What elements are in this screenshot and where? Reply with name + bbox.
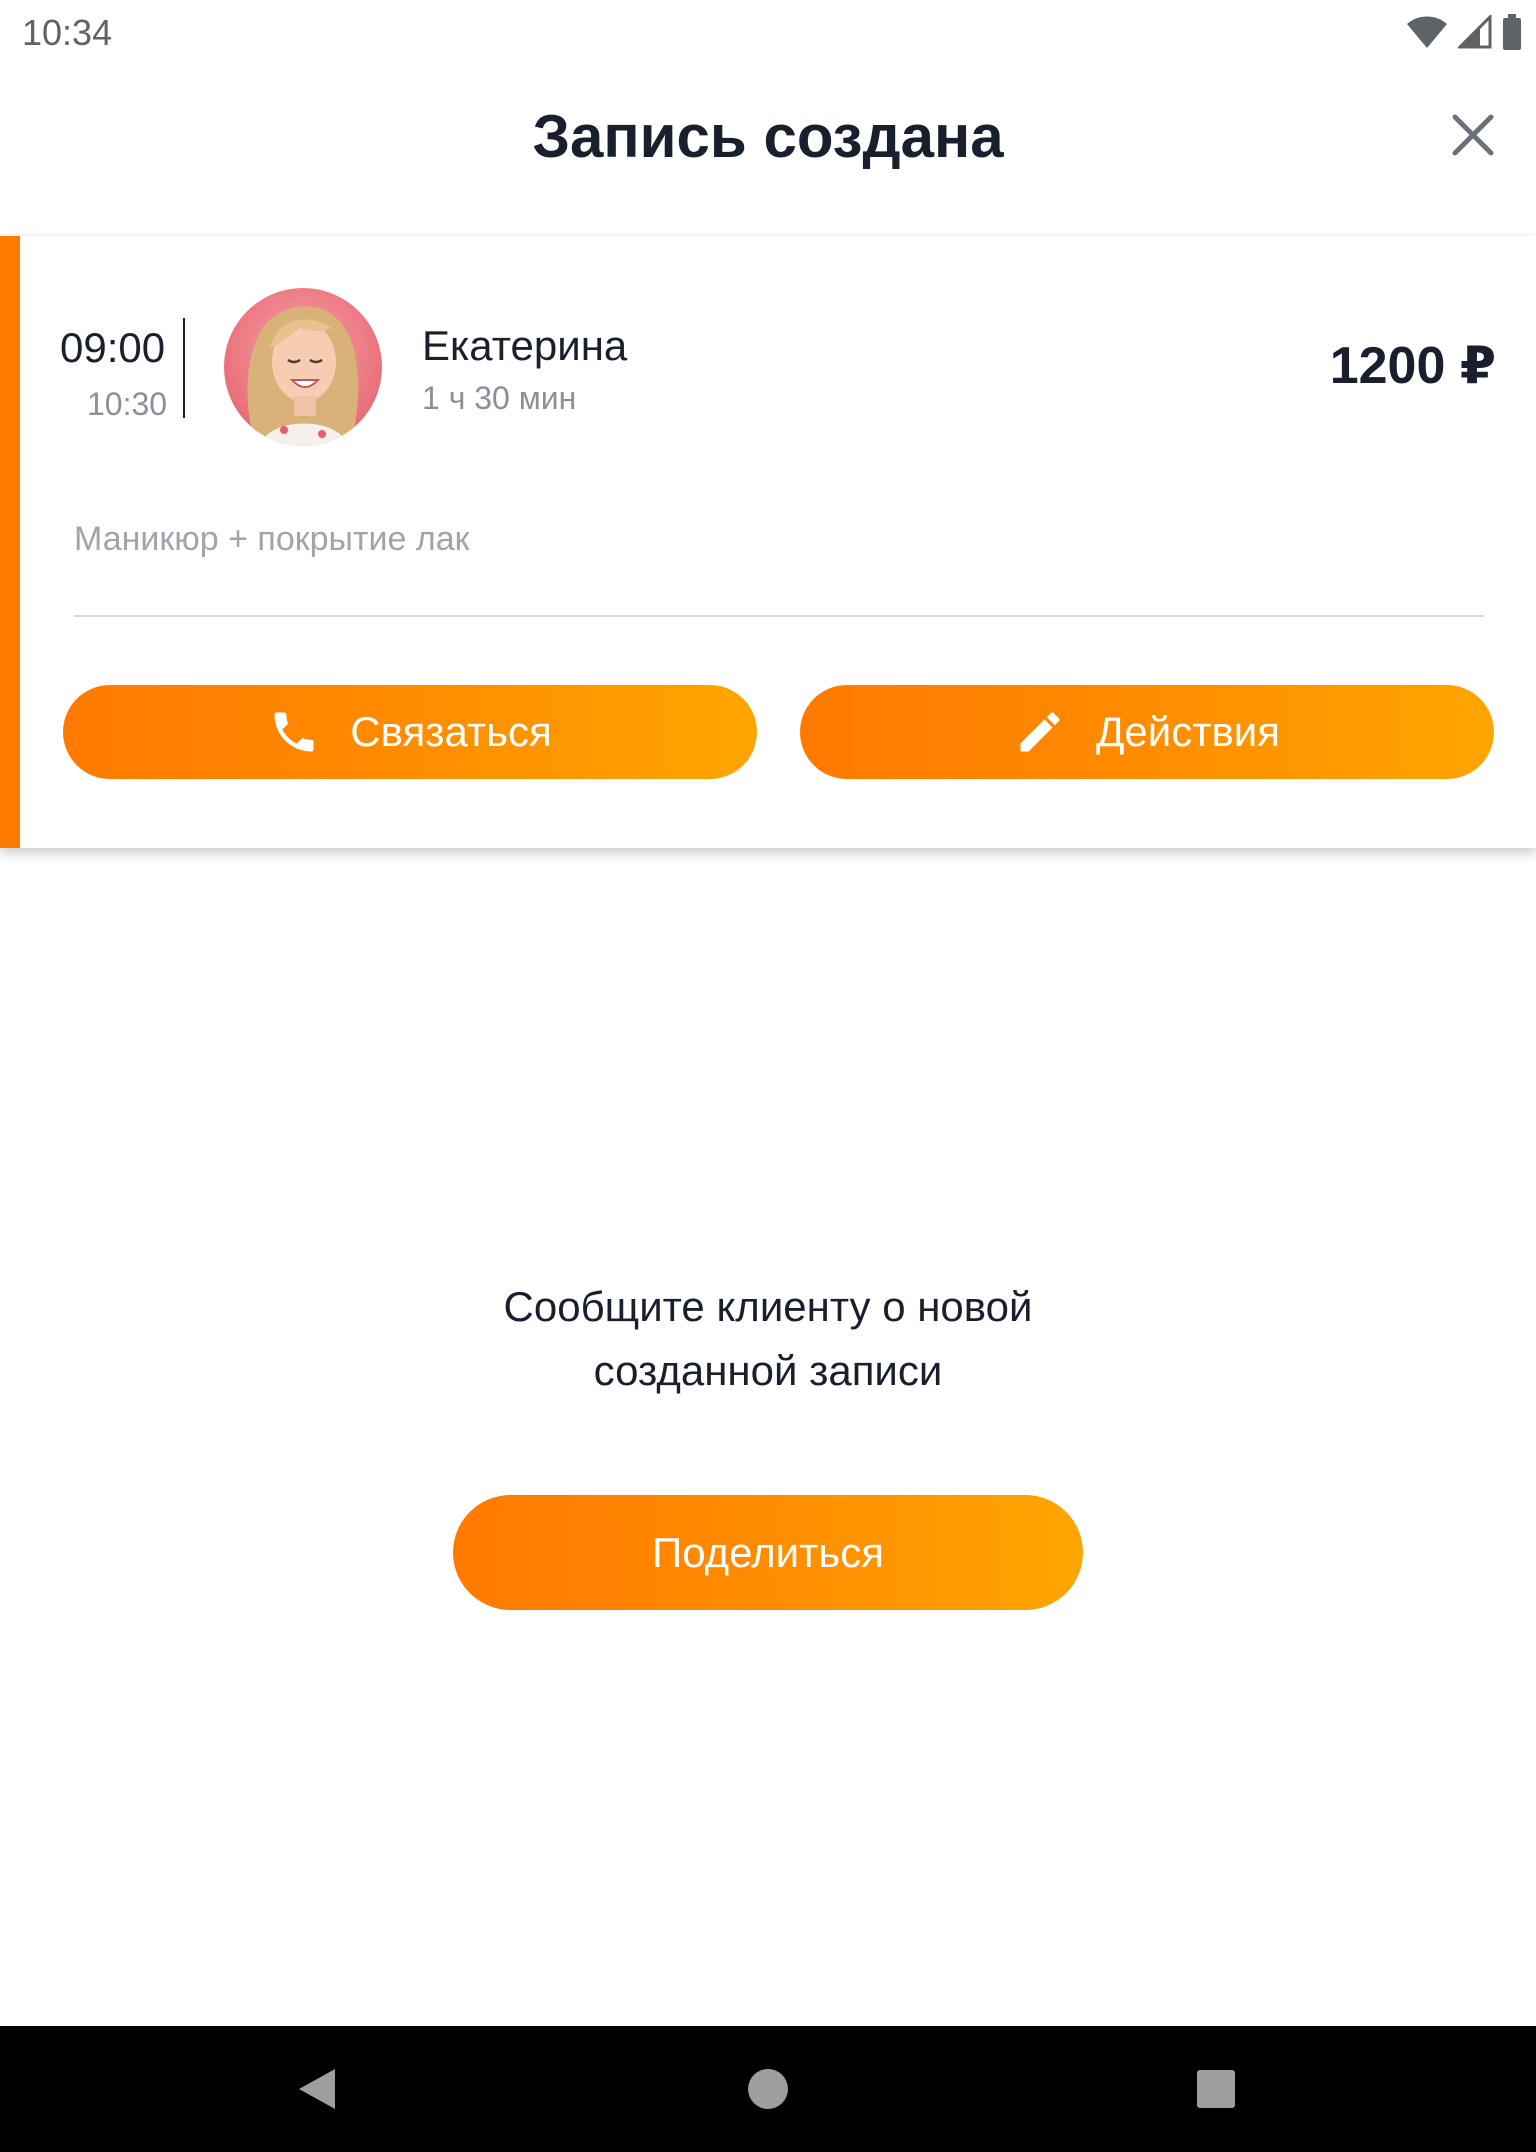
time-divider — [183, 318, 185, 418]
appointment-card[interactable]: 09:00 10:30 Екатерина 1 ч 30 мин 1200 ₽ … — [0, 236, 1536, 848]
back-icon — [299, 2069, 335, 2109]
close-button[interactable] — [1448, 110, 1498, 160]
client-photo — [224, 288, 382, 446]
navigation-bar — [0, 2026, 1536, 2152]
avatar[interactable] — [224, 288, 382, 446]
header: Запись создана — [0, 66, 1536, 234]
close-icon — [1452, 114, 1494, 156]
pencil-icon — [1020, 712, 1060, 752]
recents-button[interactable] — [1156, 2026, 1276, 2152]
share-button[interactable]: Поделиться — [453, 1495, 1083, 1610]
battery-icon — [1503, 14, 1521, 50]
price: 1200 ₽ — [1329, 337, 1496, 395]
time-end: 10:30 — [87, 386, 168, 422]
wifi-icon — [1407, 16, 1447, 48]
cell-signal-icon — [1458, 15, 1492, 49]
recents-icon — [1197, 2070, 1235, 2108]
message-line-1: Сообщите клиенту о новой — [503, 1283, 1033, 1330]
status-bar: 10:34 — [0, 0, 1536, 66]
share-button-label: Поделиться — [652, 1528, 884, 1576]
message-line-2: созданной записи — [593, 1347, 943, 1394]
share-message: Сообщите клиенту о новой созданной запис… — [0, 1275, 1536, 1403]
status-time: 10:34 — [22, 12, 113, 53]
card-accent-bar — [0, 236, 20, 848]
contact-button-label: Связаться — [350, 708, 552, 755]
phone-icon — [274, 712, 314, 752]
contact-button[interactable]: Связаться — [63, 685, 757, 779]
duration: 1 ч 30 мин — [422, 380, 577, 416]
home-button[interactable] — [708, 2026, 828, 2152]
time-start: 09:00 — [60, 324, 166, 371]
back-button[interactable] — [257, 2026, 377, 2152]
status-icons — [1406, 14, 1522, 50]
service-name: Маникюр + покрытие лак — [74, 520, 470, 558]
home-icon — [748, 2069, 788, 2109]
page-title: Запись создана — [532, 103, 1004, 170]
actions-button[interactable]: Действия — [800, 685, 1494, 779]
divider — [74, 615, 1484, 617]
client-name: Екатерина — [422, 322, 628, 369]
actions-button-label: Действия — [1095, 708, 1281, 755]
